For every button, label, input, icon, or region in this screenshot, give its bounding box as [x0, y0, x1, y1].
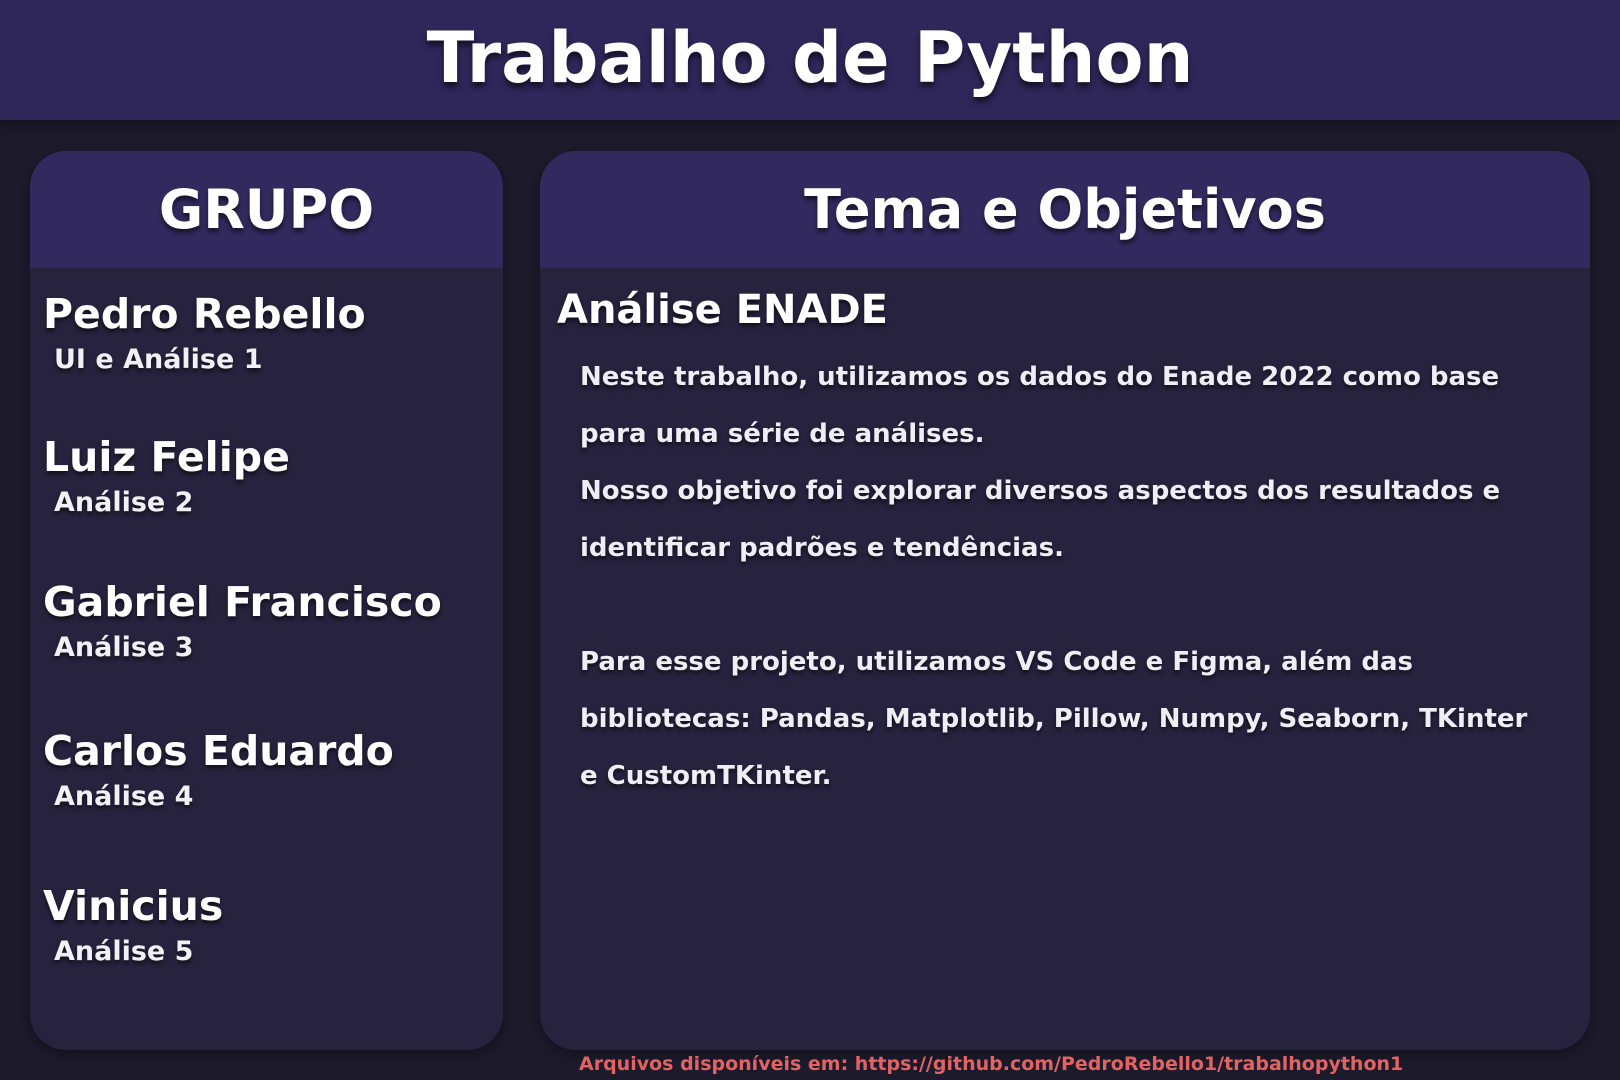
theme-heading: Análise ENADE	[557, 287, 888, 333]
member-role: Análise 2	[54, 487, 194, 518]
description-line: e CustomTKinter.	[580, 761, 832, 791]
page-title: Trabalho de Python	[426, 17, 1194, 99]
group-panel: GRUPO Pedro Rebello UI e Análise 1 Luiz …	[30, 151, 503, 1050]
group-panel-title: GRUPO	[158, 178, 375, 241]
member-name: Vinicius	[43, 882, 224, 930]
member-name: Pedro Rebello	[43, 290, 366, 338]
app-header: Trabalho de Python	[0, 0, 1620, 120]
description-line: Nosso objetivo foi explorar diversos asp…	[580, 476, 1501, 506]
description-line: para uma série de análises.	[580, 419, 985, 449]
member-name: Luiz Felipe	[43, 433, 290, 481]
member-gabriel-francisco: Gabriel Francisco Análise 3	[43, 578, 442, 665]
member-carlos-eduardo: Carlos Eduardo Análise 4	[43, 727, 394, 814]
member-role: Análise 5	[54, 936, 194, 967]
github-link[interactable]: Arquivos disponíveis em: https://github.…	[579, 1051, 1403, 1077]
description-line: identificar padrões e tendências.	[580, 533, 1064, 563]
theme-panel-header: Tema e Objetivos	[540, 151, 1590, 268]
member-luiz-felipe: Luiz Felipe Análise 2	[43, 433, 290, 520]
description-line: Neste trabalho, utilizamos os dados do E…	[580, 362, 1500, 392]
member-role: Análise 4	[54, 781, 194, 812]
member-name: Carlos Eduardo	[43, 727, 394, 775]
description-line: bibliotecas: Pandas, Matplotlib, Pillow,…	[580, 704, 1528, 734]
member-role: UI e Análise 1	[54, 344, 263, 375]
member-vinicius: Vinicius Análise 5	[43, 882, 223, 969]
member-role: Análise 3	[54, 632, 194, 663]
theme-panel-title: Tema e Objetivos	[804, 178, 1326, 241]
member-name: Gabriel Francisco	[43, 578, 442, 626]
theme-description: Neste trabalho, utilizamos os dados do E…	[580, 349, 1570, 805]
description-line: Para esse projeto, utilizamos VS Code e …	[580, 647, 1414, 677]
member-pedro-rebello: Pedro Rebello UI e Análise 1	[43, 290, 366, 377]
group-panel-header: GRUPO	[30, 151, 503, 268]
theme-panel: Tema e Objetivos Análise ENADE Neste tra…	[540, 151, 1590, 1050]
